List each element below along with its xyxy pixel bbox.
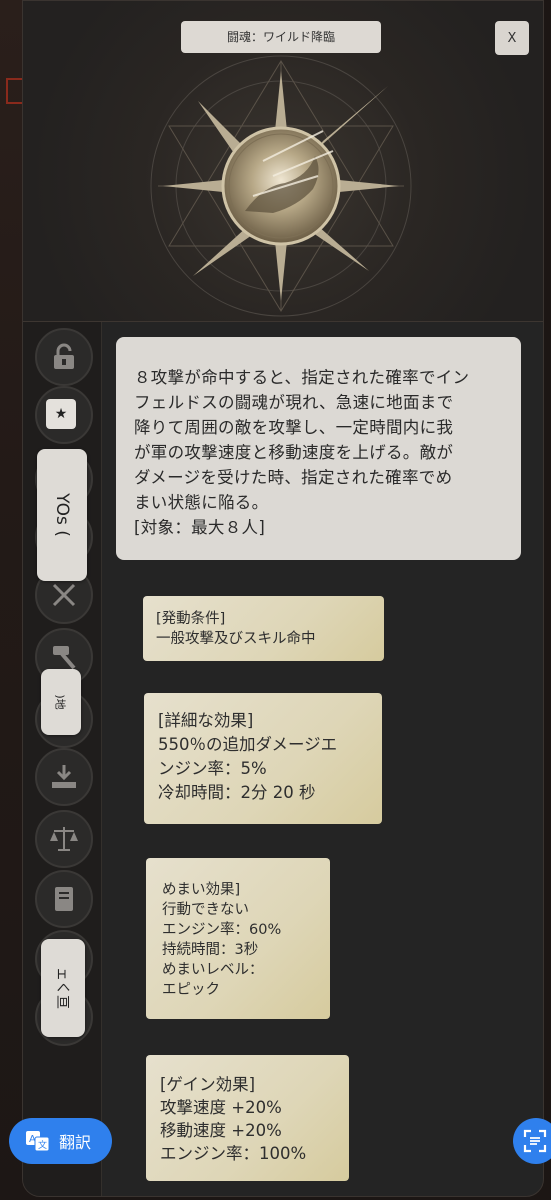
skill-header: 闘魂：ワイルド降臨 X — [23, 1, 543, 322]
translate-button[interactable]: A 文 翻訳 — [9, 1118, 112, 1164]
scan-icon — [523, 1129, 547, 1153]
stun-line: めまいレベル： — [162, 962, 264, 978]
overlay-tab-3-text: ェく亘 — [54, 967, 70, 1009]
scales-icon — [50, 827, 78, 851]
trigger-text: 一般攻撃及びスキル命中 — [156, 631, 316, 647]
gain-line: 攻撃速度 +20% — [160, 1098, 282, 1117]
skill-title: 闘魂：ワイルド降臨 — [181, 21, 381, 53]
hammer-icon — [53, 646, 76, 670]
svg-text:文: 文 — [38, 1139, 47, 1151]
lock-icon — [54, 343, 74, 369]
translate-label: 翻訳 — [59, 1133, 92, 1152]
crossed-swords-icon — [52, 583, 76, 607]
side-scales-button[interactable] — [35, 810, 93, 868]
skill-popup: 闘魂：ワイルド降臨 X ★ YOs ( )地 ェく亘 ８攻撃が命中すると、指定さ… — [22, 0, 544, 1197]
overlay-tab-2-text: )地 — [53, 694, 67, 710]
stun-line: エピック — [162, 982, 220, 998]
skill-description: ８攻撃が命中すると、指定された確率でイン フェルドスの闘魂が現れ、急速に地面まで… — [116, 337, 521, 560]
stun-line: 行動できない — [162, 902, 249, 918]
overlay-tab-1-text: YOs ( — [51, 493, 72, 537]
star-icon: ★ — [46, 399, 76, 429]
stun-heading: めまい効果] — [162, 882, 241, 898]
book-icon — [55, 887, 73, 911]
detail-line: ンジン率：5% — [158, 759, 267, 778]
trigger-condition-card: [発動条件] 一般攻撃及びスキル命中 — [143, 596, 384, 661]
gain-line: 移動速度 +20% — [160, 1121, 282, 1140]
scan-button[interactable] — [513, 1118, 551, 1164]
trigger-heading: [発動条件] — [156, 611, 226, 627]
side-book-button[interactable] — [35, 870, 93, 928]
description-line: 降りて周囲の敵を攻撃し、一定時間内に我 — [134, 418, 454, 437]
overlay-tab-2[interactable]: )地 — [41, 669, 81, 735]
description-line: が軍の攻撃速度と移動速度を上げる。敵が — [134, 443, 454, 462]
stun-effect-card: めまい効果] 行動できない エンジン率：60% 持続時間：3秒 めまいレベル： … — [146, 858, 330, 1019]
gain-heading: [ゲイン効果] — [160, 1075, 256, 1094]
description-line: フェルドスの闘魂が現れ、急速に地面まで — [134, 393, 454, 412]
description-line: ダメージを受けた時、指定された確率でめ — [134, 468, 453, 487]
detail-line: 550％の追加ダメージエ — [158, 735, 338, 754]
stun-line: 持続時間：3秒 — [162, 942, 259, 958]
description-line: まい状態に陥る。 — [134, 493, 269, 512]
detail-effect-card: [詳細な効果] 550％の追加ダメージエ ンジン率：5% 冷却時間：2分 20 … — [144, 693, 382, 824]
side-lock-button[interactable] — [35, 328, 93, 386]
stun-line: エンジン率：60% — [162, 922, 282, 938]
gain-line: エンジン率：100% — [160, 1144, 307, 1163]
side-deposit-button[interactable] — [35, 748, 93, 806]
translate-icon: A 文 — [26, 1131, 50, 1152]
detail-heading: [詳細な効果] — [158, 711, 254, 730]
description-line: [対象：最大８人] — [134, 518, 266, 537]
description-line: ８攻撃が命中すると、指定された確率でイン — [134, 368, 470, 387]
overlay-tab-3[interactable]: ェく亘 — [41, 939, 85, 1037]
detail-line: 冷却時間：2分 20 秒 — [158, 783, 316, 802]
overlay-tab-1[interactable]: YOs ( — [37, 449, 87, 581]
close-button[interactable]: X — [495, 21, 529, 55]
gain-effect-card: [ゲイン効果] 攻撃速度 +20% 移動速度 +20% エンジン率：100% — [146, 1055, 349, 1181]
hand-deposit-icon — [52, 765, 76, 788]
